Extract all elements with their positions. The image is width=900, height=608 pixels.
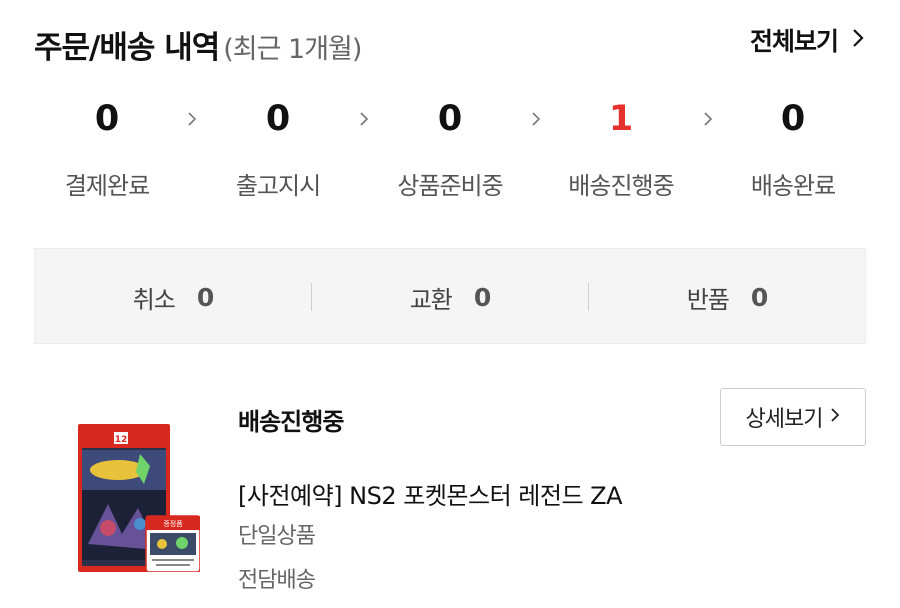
claim-cancel[interactable]: 취소 0 (35, 249, 312, 345)
claim-return[interactable]: 반품 0 (589, 249, 866, 345)
step-label: 배송진행중 (568, 172, 674, 200)
step-count: 0 (780, 99, 806, 139)
view-all-label: 전체보기 (749, 27, 839, 56)
svg-text:12: 12 (115, 435, 128, 445)
svg-text:증정품: 증정품 (163, 519, 183, 528)
claim-label: 취소 (132, 285, 176, 314)
title-period: (최근 1개월) (223, 34, 362, 65)
claim-label: 교환 (409, 285, 453, 314)
order-item: 12 증정품 배송진행중 상세보기 [사전예약] NS2 포켓몬스터 레전드 Z… (34, 386, 866, 608)
claim-exchange[interactable]: 교환 0 (312, 249, 589, 345)
order-status-steps: 0 결제완료 0 출고지시 0 상품준비중 1 배송진행중 0 배송완료 (22, 96, 878, 206)
product-name[interactable]: [사전예약] NS2 포켓몬스터 레전드 ZA (238, 476, 623, 511)
page-title: 주문/배송 내역 (최근 1개월) (34, 22, 362, 67)
product-option: 단일상품 (238, 524, 316, 549)
product-thumbnail[interactable]: 12 증정품 (78, 424, 201, 573)
detail-button[interactable]: 상세보기 (720, 388, 866, 446)
step-delivered[interactable]: 0 배송완료 (708, 96, 878, 201)
detail-button-label: 상세보기 (745, 407, 824, 432)
section-header: 주문/배송 내역 (최근 1개월) 전체보기 (34, 18, 866, 66)
step-count: 0 (265, 99, 291, 139)
order-status-label: 배송진행중 (238, 408, 344, 436)
title-main: 주문/배송 내역 (34, 30, 220, 66)
delivery-type: 전담배송 (238, 568, 316, 593)
view-all-link[interactable]: 전체보기 (750, 22, 864, 58)
step-label: 상품준비중 (397, 172, 503, 200)
step-in-transit[interactable]: 1 배송진행중 (536, 96, 706, 201)
order-delivery-page: 주문/배송 내역 (최근 1개월) 전체보기 0 결제완료 0 출고지시 0 상… (0, 0, 900, 608)
claim-count: 0 (196, 282, 215, 312)
claim-count: 0 (473, 282, 492, 312)
claims-summary: 취소 0 교환 0 반품 0 (34, 248, 866, 344)
chevron-right-icon (830, 406, 840, 428)
step-label: 출고지시 (235, 172, 321, 200)
claim-label: 반품 (686, 285, 730, 314)
step-count: 1 (608, 99, 634, 139)
step-shipping-order[interactable]: 0 출고지시 (193, 96, 363, 201)
step-label: 결제완료 (64, 172, 150, 200)
step-payment-complete[interactable]: 0 결제완료 (22, 96, 192, 201)
step-preparing[interactable]: 0 상품준비중 (365, 96, 535, 201)
chevron-right-icon (852, 28, 864, 52)
step-count: 0 (437, 99, 463, 139)
step-count: 0 (94, 99, 120, 139)
step-label: 배송완료 (750, 172, 836, 200)
claim-count: 0 (750, 282, 769, 312)
